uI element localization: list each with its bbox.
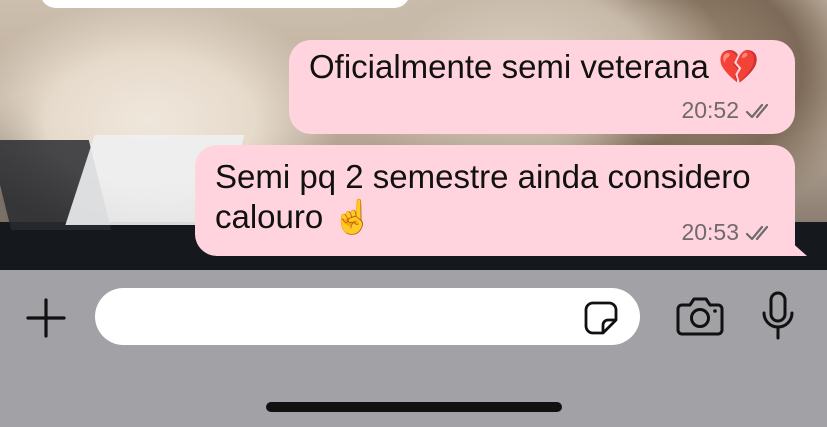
- sticker-icon: [584, 301, 618, 335]
- message-meta: 20:53: [681, 219, 775, 246]
- message-bubble-outgoing[interactable]: Semi pq 2 semestre ainda considero calou…: [195, 145, 807, 256]
- message-meta: 20:52: [681, 97, 775, 124]
- message-text: Oficialmente semi veterana 💔: [309, 48, 760, 85]
- message-time: 20:53: [681, 219, 739, 245]
- chat-area: Oficialmente semi veterana 💔 20:52 Semi …: [0, 0, 827, 270]
- home-indicator[interactable]: [266, 402, 562, 412]
- message-bubble-outgoing[interactable]: Oficialmente semi veterana 💔 20:52: [289, 40, 795, 134]
- microphone-button[interactable]: [760, 290, 796, 342]
- double-check-icon: [745, 225, 769, 240]
- double-check-icon: [745, 103, 769, 118]
- message-input-field[interactable]: [95, 288, 640, 345]
- message-input[interactable]: [113, 298, 577, 336]
- sticker-button[interactable]: [582, 300, 620, 336]
- bubble-tail: [785, 238, 807, 256]
- previous-message-bubble[interactable]: [40, 0, 410, 8]
- plus-icon: [26, 298, 66, 338]
- camera-icon: [676, 297, 724, 336]
- camera-button[interactable]: [676, 294, 724, 338]
- microphone-icon: [762, 291, 794, 340]
- message-time: 20:52: [681, 97, 739, 123]
- add-attachment-button[interactable]: [24, 290, 68, 346]
